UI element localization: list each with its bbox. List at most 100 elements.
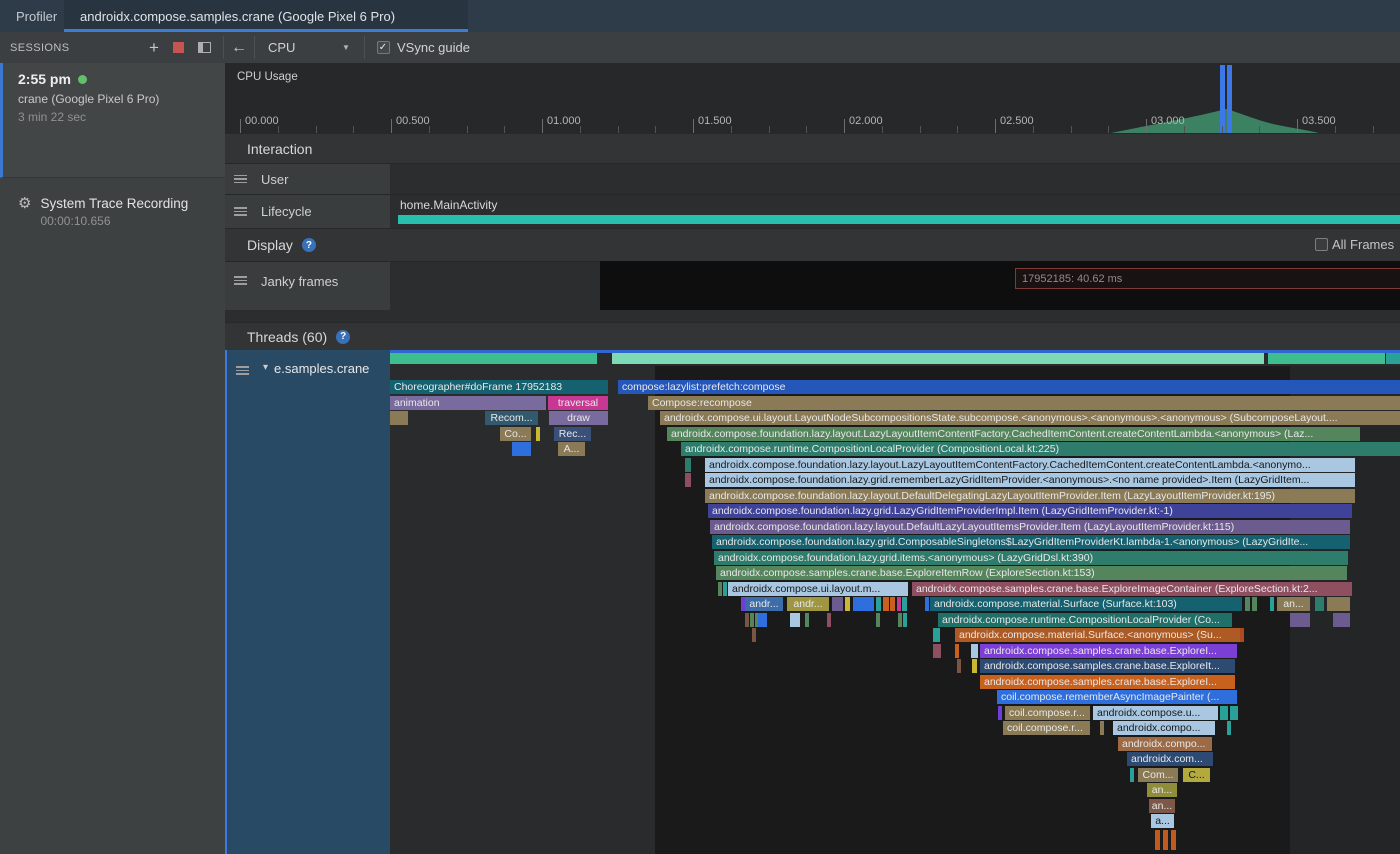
flame-sliver[interactable]: [1240, 628, 1244, 642]
flame-frame[interactable]: androidx.compose.foundation.lazy.layout.…: [705, 489, 1355, 503]
flame-sliver[interactable]: [998, 706, 1002, 720]
flame-frame[interactable]: androidx.compose.material.Surface.<anony…: [955, 628, 1240, 642]
flame-sliver[interactable]: [1327, 597, 1350, 611]
all-frames-label[interactable]: All Frames: [1332, 237, 1398, 252]
flame-frame[interactable]: Compose:recompose: [648, 396, 1400, 410]
flame-sliver[interactable]: [1230, 706, 1238, 720]
vsync-guide-checkbox[interactable]: ✓: [376, 32, 390, 63]
flame-sliver[interactable]: [1155, 830, 1160, 850]
flame-sliver[interactable]: [390, 353, 597, 364]
expand-arrow-icon[interactable]: ▾: [263, 362, 268, 373]
flame-sliver[interactable]: [1290, 613, 1310, 627]
flame-sliver[interactable]: [845, 597, 850, 611]
flame-frame[interactable]: Rec...: [554, 427, 591, 441]
flame-frame[interactable]: a...: [1151, 814, 1174, 828]
janky-frames-track[interactable]: 17952185: 40.62 ms: [600, 261, 1400, 311]
timeline-ruler[interactable]: 00.00000.50001.00001.50002.00002.50003.0…: [225, 115, 1400, 133]
flame-frame[interactable]: androidx.compo...: [1113, 721, 1215, 735]
flame-frame[interactable]: androidx.compose.foundation.lazy.grid.it…: [714, 551, 1348, 565]
flame-sliver[interactable]: [805, 613, 809, 627]
flame-sliver[interactable]: [1386, 353, 1400, 364]
all-frames-checkbox[interactable]: [1315, 238, 1328, 251]
flame-sliver[interactable]: [718, 582, 722, 596]
flame-frame[interactable]: an...: [1277, 597, 1310, 611]
flame-frame[interactable]: an...: [1147, 783, 1177, 797]
flame-sliver[interactable]: [957, 659, 961, 673]
flame-sliver[interactable]: [750, 613, 754, 627]
help-icon[interactable]: ?: [302, 238, 316, 252]
thread-label-panel-selected[interactable]: ▾ e.samples.crane: [225, 350, 390, 854]
lifecycle-track-row[interactable]: Lifecycle home.MainActivity: [225, 194, 1400, 228]
flame-sliver[interactable]: [890, 597, 895, 611]
flame-sliver[interactable]: [390, 411, 408, 425]
flame-sliver[interactable]: [752, 628, 756, 642]
janky-frame-bar[interactable]: 17952185: 40.62 ms: [1015, 268, 1400, 289]
flame-sliver[interactable]: [1163, 830, 1168, 850]
back-button[interactable]: ←: [228, 32, 250, 63]
flame-frame[interactable]: androidx.compose.ui.layout.m...: [728, 582, 908, 596]
flame-sliver[interactable]: [1315, 597, 1324, 611]
flame-sliver[interactable]: [925, 597, 929, 611]
flame-sliver[interactable]: [1171, 830, 1176, 850]
flame-frame[interactable]: A...: [558, 442, 585, 456]
flame-sliver[interactable]: [902, 597, 907, 611]
flame-frame[interactable]: an...: [1149, 799, 1175, 813]
janky-frames-track-row[interactable]: Janky frames 17952185: 40.62 ms: [225, 261, 1400, 310]
add-session-button[interactable]: +: [144, 32, 164, 63]
flame-sliver[interactable]: [897, 597, 901, 611]
flame-frame[interactable]: androidx.compose.foundation.lazy.layout.…: [705, 458, 1355, 472]
flame-sliver[interactable]: [853, 597, 874, 611]
flame-sliver[interactable]: [971, 644, 978, 658]
flame-sliver[interactable]: [790, 613, 800, 627]
flame-sliver[interactable]: [903, 613, 907, 627]
session-card[interactable]: 2:55 pm crane (Google Pixel 6 Pro) 3 min…: [0, 63, 225, 178]
flame-sliver[interactable]: [1227, 721, 1231, 735]
flame-frame[interactable]: coil.compose.rememberAsyncImagePainter (…: [997, 690, 1237, 704]
flame-frame[interactable]: androidx.compose.samples.crane.base.Expl…: [980, 644, 1237, 658]
flame-frame[interactable]: animation: [390, 396, 546, 410]
flame-frame[interactable]: coil.compose.r...: [1003, 721, 1090, 735]
flame-sliver[interactable]: [685, 473, 691, 487]
flame-frame[interactable]: Recom...: [485, 411, 538, 425]
flame-sliver[interactable]: [723, 582, 727, 596]
flame-sliver[interactable]: [933, 628, 940, 642]
flame-frame[interactable]: androidx.compose.runtime.CompositionLoca…: [681, 442, 1400, 456]
flame-sliver[interactable]: [832, 597, 843, 611]
flame-frame[interactable]: androidx.compo...: [1118, 737, 1212, 751]
flame-sliver[interactable]: [933, 644, 941, 658]
cpu-usage-chart[interactable]: CPU Usage 00.00000.50001.00001.50002.000…: [225, 63, 1400, 133]
chevron-down-icon[interactable]: ▼: [342, 32, 350, 63]
flame-frame[interactable]: androidx.com...: [1127, 752, 1213, 766]
tab-session[interactable]: androidx.compose.samples.crane (Google P…: [64, 0, 468, 32]
flame-sliver[interactable]: [1100, 721, 1104, 735]
recording-artifact[interactable]: ⚙ System Trace Recording 00:00:10.656: [0, 196, 225, 228]
flame-frame[interactable]: andr...: [787, 597, 829, 611]
help-icon[interactable]: ?: [336, 330, 350, 344]
flame-sliver[interactable]: [758, 613, 767, 627]
flame-frame[interactable]: andr...: [745, 597, 783, 611]
flame-sliver[interactable]: [955, 644, 959, 658]
collapse-panel-button[interactable]: [193, 32, 215, 63]
flame-sliver[interactable]: [827, 613, 831, 627]
flame-frame[interactable]: androidx.compose.foundation.lazy.grid.La…: [708, 504, 1352, 518]
flame-sliver[interactable]: [1130, 768, 1134, 782]
flame-frame[interactable]: androidx.compose.foundation.lazy.grid.re…: [705, 473, 1355, 487]
drag-handle-icon[interactable]: [234, 274, 247, 287]
flame-frame[interactable]: androidx.compose.foundation.lazy.layout.…: [667, 427, 1360, 441]
flame-sliver[interactable]: [898, 613, 902, 627]
flame-sliver[interactable]: [536, 427, 540, 441]
flame-sliver[interactable]: [883, 597, 889, 611]
flame-frame[interactable]: androidx.compose.runtime.CompositionLoca…: [938, 613, 1232, 627]
janky-frames-label-cell[interactable]: Janky frames: [225, 262, 390, 310]
flame-sliver[interactable]: [1252, 597, 1257, 611]
flame-frame[interactable]: androidx.compose.samples.crane.base.Expl…: [980, 659, 1235, 673]
flame-frame[interactable]: androidx.compose.foundation.lazy.grid.Co…: [712, 535, 1350, 549]
stop-recording-button[interactable]: [168, 32, 188, 63]
flame-sliver[interactable]: [1220, 706, 1228, 720]
flame-frame[interactable]: androidx.compose.ui.layout.LayoutNodeSub…: [660, 411, 1400, 425]
flame-sliver[interactable]: [1268, 353, 1385, 364]
flame-sliver[interactable]: [1245, 597, 1250, 611]
flame-frame[interactable]: compose:lazylist:prefetch:compose: [618, 380, 1400, 394]
flame-sliver[interactable]: [685, 458, 691, 472]
flame-sliver[interactable]: [1333, 613, 1350, 627]
